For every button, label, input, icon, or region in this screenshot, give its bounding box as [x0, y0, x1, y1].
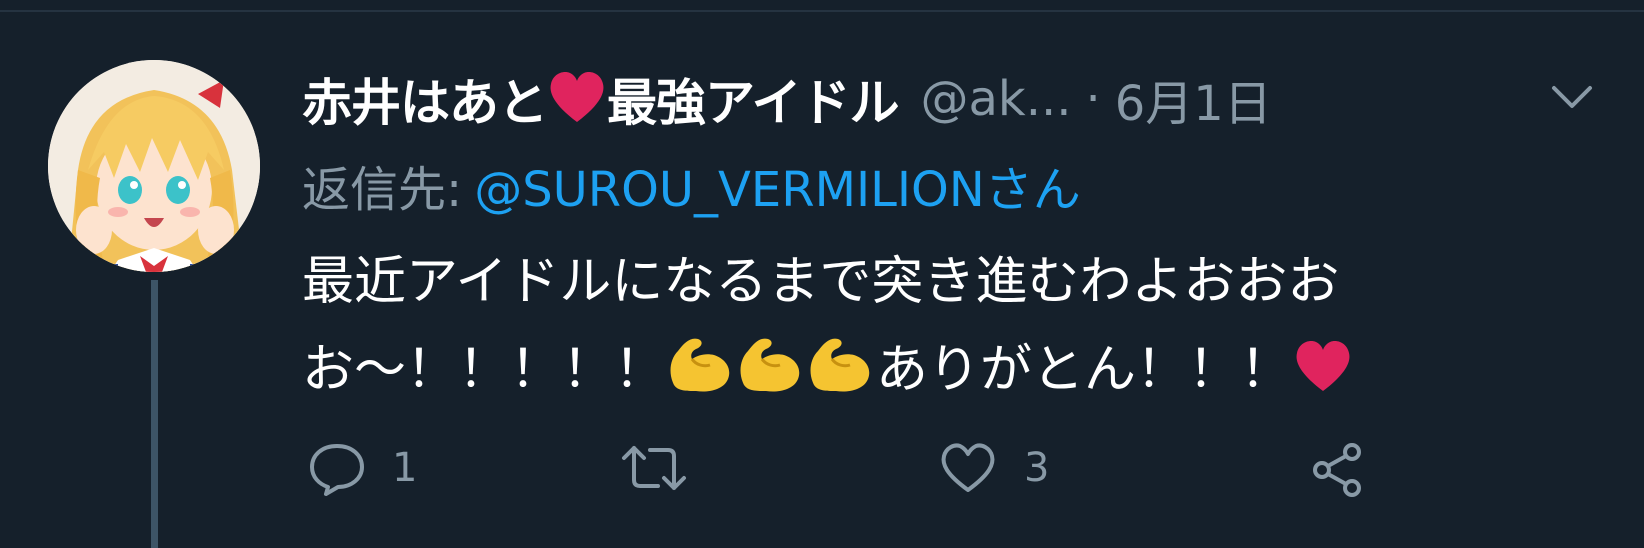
avatar[interactable] [48, 60, 260, 272]
display-name-suffix[interactable]: 最強アイドル [607, 63, 899, 135]
tweet-page: 赤井はあと 最強アイドル @ak... · 6月1日 返信先: @SUROU_VE… [0, 0, 1644, 548]
tweet-header: 赤井はあと 最強アイドル @ak... · 6月1日 [302, 64, 1272, 134]
share-icon [1313, 443, 1361, 497]
reply-prefix: 返信先: [302, 162, 463, 218]
flexed-biceps-emoji [806, 333, 876, 422]
like-button[interactable]: 3 [938, 440, 1049, 496]
flexed-biceps-emoji [736, 333, 806, 422]
heart-icon [1292, 334, 1354, 422]
action-bar: 1 3 [0, 440, 1644, 510]
tweet-text: 最近アイドルになるまで突き進むわよおおおお〜！！！！！ ありがとん！！！ [302, 238, 1592, 422]
flexed-biceps-emoji [666, 333, 736, 422]
reply-target-link[interactable]: @SUROU_VERMILIONさん [474, 162, 1081, 218]
tweet-date[interactable]: 6月1日 [1115, 64, 1272, 134]
display-name[interactable]: 赤井はあと [302, 63, 548, 135]
heart-icon [547, 68, 607, 130]
share-button[interactable] [1308, 440, 1368, 500]
retweet-button[interactable] [620, 440, 714, 496]
reply-context: 返信先: @SUROU_VERMILIONさん [302, 150, 1081, 220]
user-handle[interactable]: @ak... [921, 71, 1072, 127]
separator: · [1085, 71, 1101, 127]
divider [0, 10, 1644, 12]
reply-icon [310, 444, 364, 496]
like-icon [941, 443, 995, 492]
chevron-down-icon[interactable] [1548, 76, 1596, 116]
retweet-icon [622, 446, 686, 490]
like-count: 3 [1024, 445, 1050, 491]
tweet-text-part2: ありがとん！！！ [876, 340, 1293, 400]
reply-count: 1 [392, 445, 418, 491]
reply-button[interactable]: 1 [308, 440, 417, 496]
